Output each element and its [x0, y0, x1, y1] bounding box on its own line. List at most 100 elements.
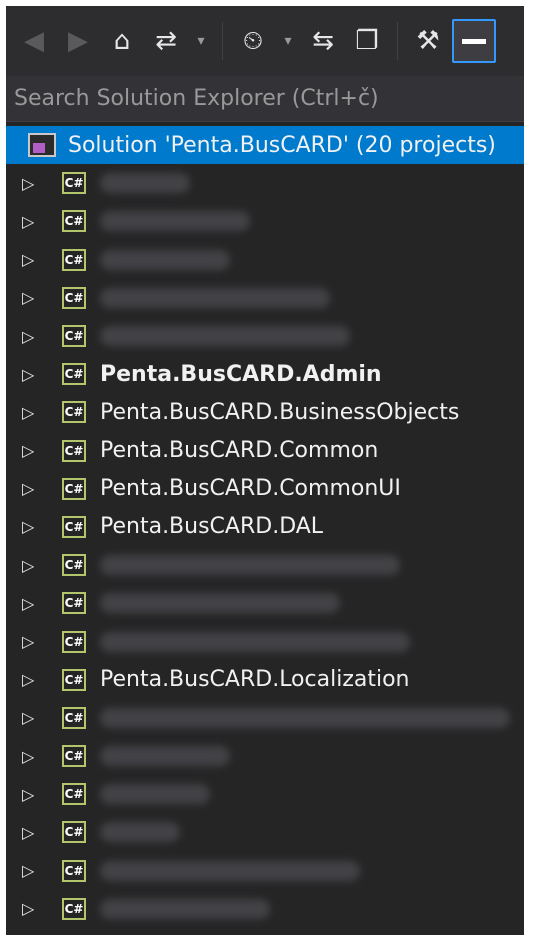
expand-arrow-icon[interactable]: ▷	[22, 823, 36, 842]
project-node[interactable]: ▷ C#	[6, 164, 524, 202]
project-node[interactable]: ▷ C# Penta.BusCARD.Localization	[6, 661, 524, 699]
project-node[interactable]: ▷ C#	[6, 546, 524, 584]
expand-arrow-icon[interactable]: ▷	[22, 212, 36, 231]
redacted-project-label	[100, 287, 330, 308]
project-node[interactable]: ▷ C#	[6, 813, 524, 851]
chevron-down-icon: ▾	[197, 33, 205, 49]
redacted-project-label	[100, 707, 510, 728]
project-node[interactable]: ▷ C#	[6, 852, 524, 890]
redacted-project-label	[100, 746, 230, 767]
redacted-project-label	[100, 898, 270, 919]
csharp-project-icon: C#	[62, 859, 86, 882]
toolbar-separator	[222, 22, 223, 60]
project-node[interactable]: ▷ C#	[6, 202, 524, 240]
expand-arrow-icon[interactable]: ▷	[22, 785, 36, 804]
redacted-project-label	[100, 326, 350, 347]
solution-node[interactable]: Solution 'Penta.BusCARD' (20 projects)	[6, 126, 524, 165]
arrow-right-circle-icon: ▶	[68, 26, 88, 56]
expand-arrow-icon[interactable]: ▷	[22, 403, 36, 422]
redacted-project-label	[100, 784, 210, 805]
project-node[interactable]: ▷ C#	[6, 317, 524, 355]
back-button[interactable]: ◀	[14, 21, 54, 61]
expand-arrow-icon[interactable]: ▷	[22, 899, 36, 918]
expand-arrow-icon[interactable]: ▷	[22, 517, 36, 536]
expand-arrow-icon[interactable]: ▷	[22, 174, 36, 193]
expand-arrow-icon[interactable]: ▷	[22, 632, 36, 651]
project-node[interactable]: ▷ C# Penta.BusCARD.BusinessObjects	[6, 393, 524, 431]
project-label: Penta.BusCARD.BusinessObjects	[100, 399, 460, 425]
csharp-project-icon: C#	[62, 248, 86, 271]
chevron-down-icon: ▾	[284, 33, 292, 49]
project-label: Penta.BusCARD.CommonUI	[100, 476, 401, 502]
csharp-project-icon: C#	[62, 515, 86, 538]
properties-button[interactable]: ⚒	[408, 21, 448, 61]
project-node[interactable]: ▷ C# Penta.BusCARD.Common	[6, 432, 524, 470]
csharp-project-icon: C#	[62, 401, 86, 424]
search-input[interactable]: Search Solution Explorer (Ctrl+č)	[6, 76, 524, 122]
preview-selected-items-button[interactable]	[452, 19, 496, 63]
expand-arrow-icon[interactable]: ▷	[22, 441, 36, 460]
project-node[interactable]: ▷ C#	[6, 775, 524, 813]
redacted-project-label	[100, 211, 250, 232]
redacted-project-label	[100, 860, 360, 881]
project-node[interactable]: ▷ C# Penta.BusCARD.DAL	[6, 508, 524, 546]
project-node[interactable]: ▷ C#	[6, 241, 524, 279]
home-icon: ⌂	[113, 26, 131, 56]
csharp-project-icon: C#	[62, 363, 86, 386]
redacted-project-label	[100, 249, 230, 270]
project-label: Penta.BusCARD.Common	[100, 438, 379, 464]
wrench-icon: ⚒	[416, 26, 440, 56]
csharp-project-icon: C#	[62, 706, 86, 729]
expand-arrow-icon[interactable]: ▷	[22, 479, 36, 498]
project-node[interactable]: ▷ C#	[6, 737, 524, 775]
pending-changes-icon: ⏲	[242, 26, 264, 56]
csharp-project-icon: C#	[62, 172, 86, 195]
redacted-project-label	[100, 173, 190, 194]
redacted-project-label	[100, 593, 340, 614]
project-node[interactable]: ▷ C#	[6, 699, 524, 737]
csharp-project-icon: C#	[62, 897, 86, 920]
csharp-project-icon: C#	[62, 668, 86, 691]
expand-arrow-icon[interactable]: ▷	[22, 747, 36, 766]
expand-arrow-icon[interactable]: ▷	[22, 288, 36, 307]
toolbar-separator	[397, 22, 398, 60]
project-node[interactable]: ▷ C# Penta.BusCARD.CommonUI	[6, 470, 524, 508]
home-button[interactable]: ⌂	[102, 21, 142, 61]
project-label: Penta.BusCARD.DAL	[100, 514, 324, 540]
csharp-project-icon: C#	[62, 630, 86, 653]
project-node[interactable]: ▷ C# Penta.BusCARD.Admin	[6, 355, 524, 393]
csharp-project-icon: C#	[62, 477, 86, 500]
csharp-project-icon: C#	[62, 783, 86, 806]
project-label: Penta.BusCARD.Admin	[100, 361, 382, 387]
csharp-project-icon: C#	[62, 745, 86, 768]
project-node[interactable]: ▷ C#	[6, 279, 524, 317]
sync-button[interactable]: ⇄	[146, 21, 186, 61]
collapse-all-icon: ⇆	[312, 26, 334, 56]
arrow-left-circle-icon: ◀	[24, 26, 44, 56]
solution-icon	[28, 133, 56, 158]
solution-label: Solution 'Penta.BusCARD' (20 projects)	[68, 132, 496, 158]
solution-explorer-panel: ◀ ▶ ⌂ ⇄ ▾ ⏲ ▾ ⇆ ❐ ⚒ Search Solution Expl…	[6, 6, 524, 935]
search-placeholder: Search Solution Explorer (Ctrl+č)	[14, 86, 379, 111]
project-node[interactable]: ▷ C#	[6, 890, 524, 928]
forward-button[interactable]: ▶	[58, 21, 98, 61]
expand-arrow-icon[interactable]: ▷	[22, 594, 36, 613]
csharp-project-icon: C#	[62, 821, 86, 844]
csharp-project-icon: C#	[62, 439, 86, 462]
expand-arrow-icon[interactable]: ▷	[22, 670, 36, 689]
preview-selected-items-icon	[462, 38, 486, 44]
expand-arrow-icon[interactable]: ▷	[22, 250, 36, 269]
redacted-project-label	[100, 631, 410, 652]
show-all-files-button[interactable]: ❐	[347, 21, 387, 61]
pending-changes-button[interactable]: ⏲	[233, 21, 273, 61]
expand-arrow-icon[interactable]: ▷	[22, 365, 36, 384]
project-node[interactable]: ▷ C#	[6, 584, 524, 622]
pending-changes-dropdown[interactable]: ▾	[277, 21, 299, 61]
expand-arrow-icon[interactable]: ▷	[22, 327, 36, 346]
project-node[interactable]: ▷ C#	[6, 622, 524, 660]
expand-arrow-icon[interactable]: ▷	[22, 708, 36, 727]
collapse-all-button[interactable]: ⇆	[303, 21, 343, 61]
expand-arrow-icon[interactable]: ▷	[22, 556, 36, 575]
sync-dropdown[interactable]: ▾	[190, 21, 212, 61]
expand-arrow-icon[interactable]: ▷	[22, 861, 36, 880]
